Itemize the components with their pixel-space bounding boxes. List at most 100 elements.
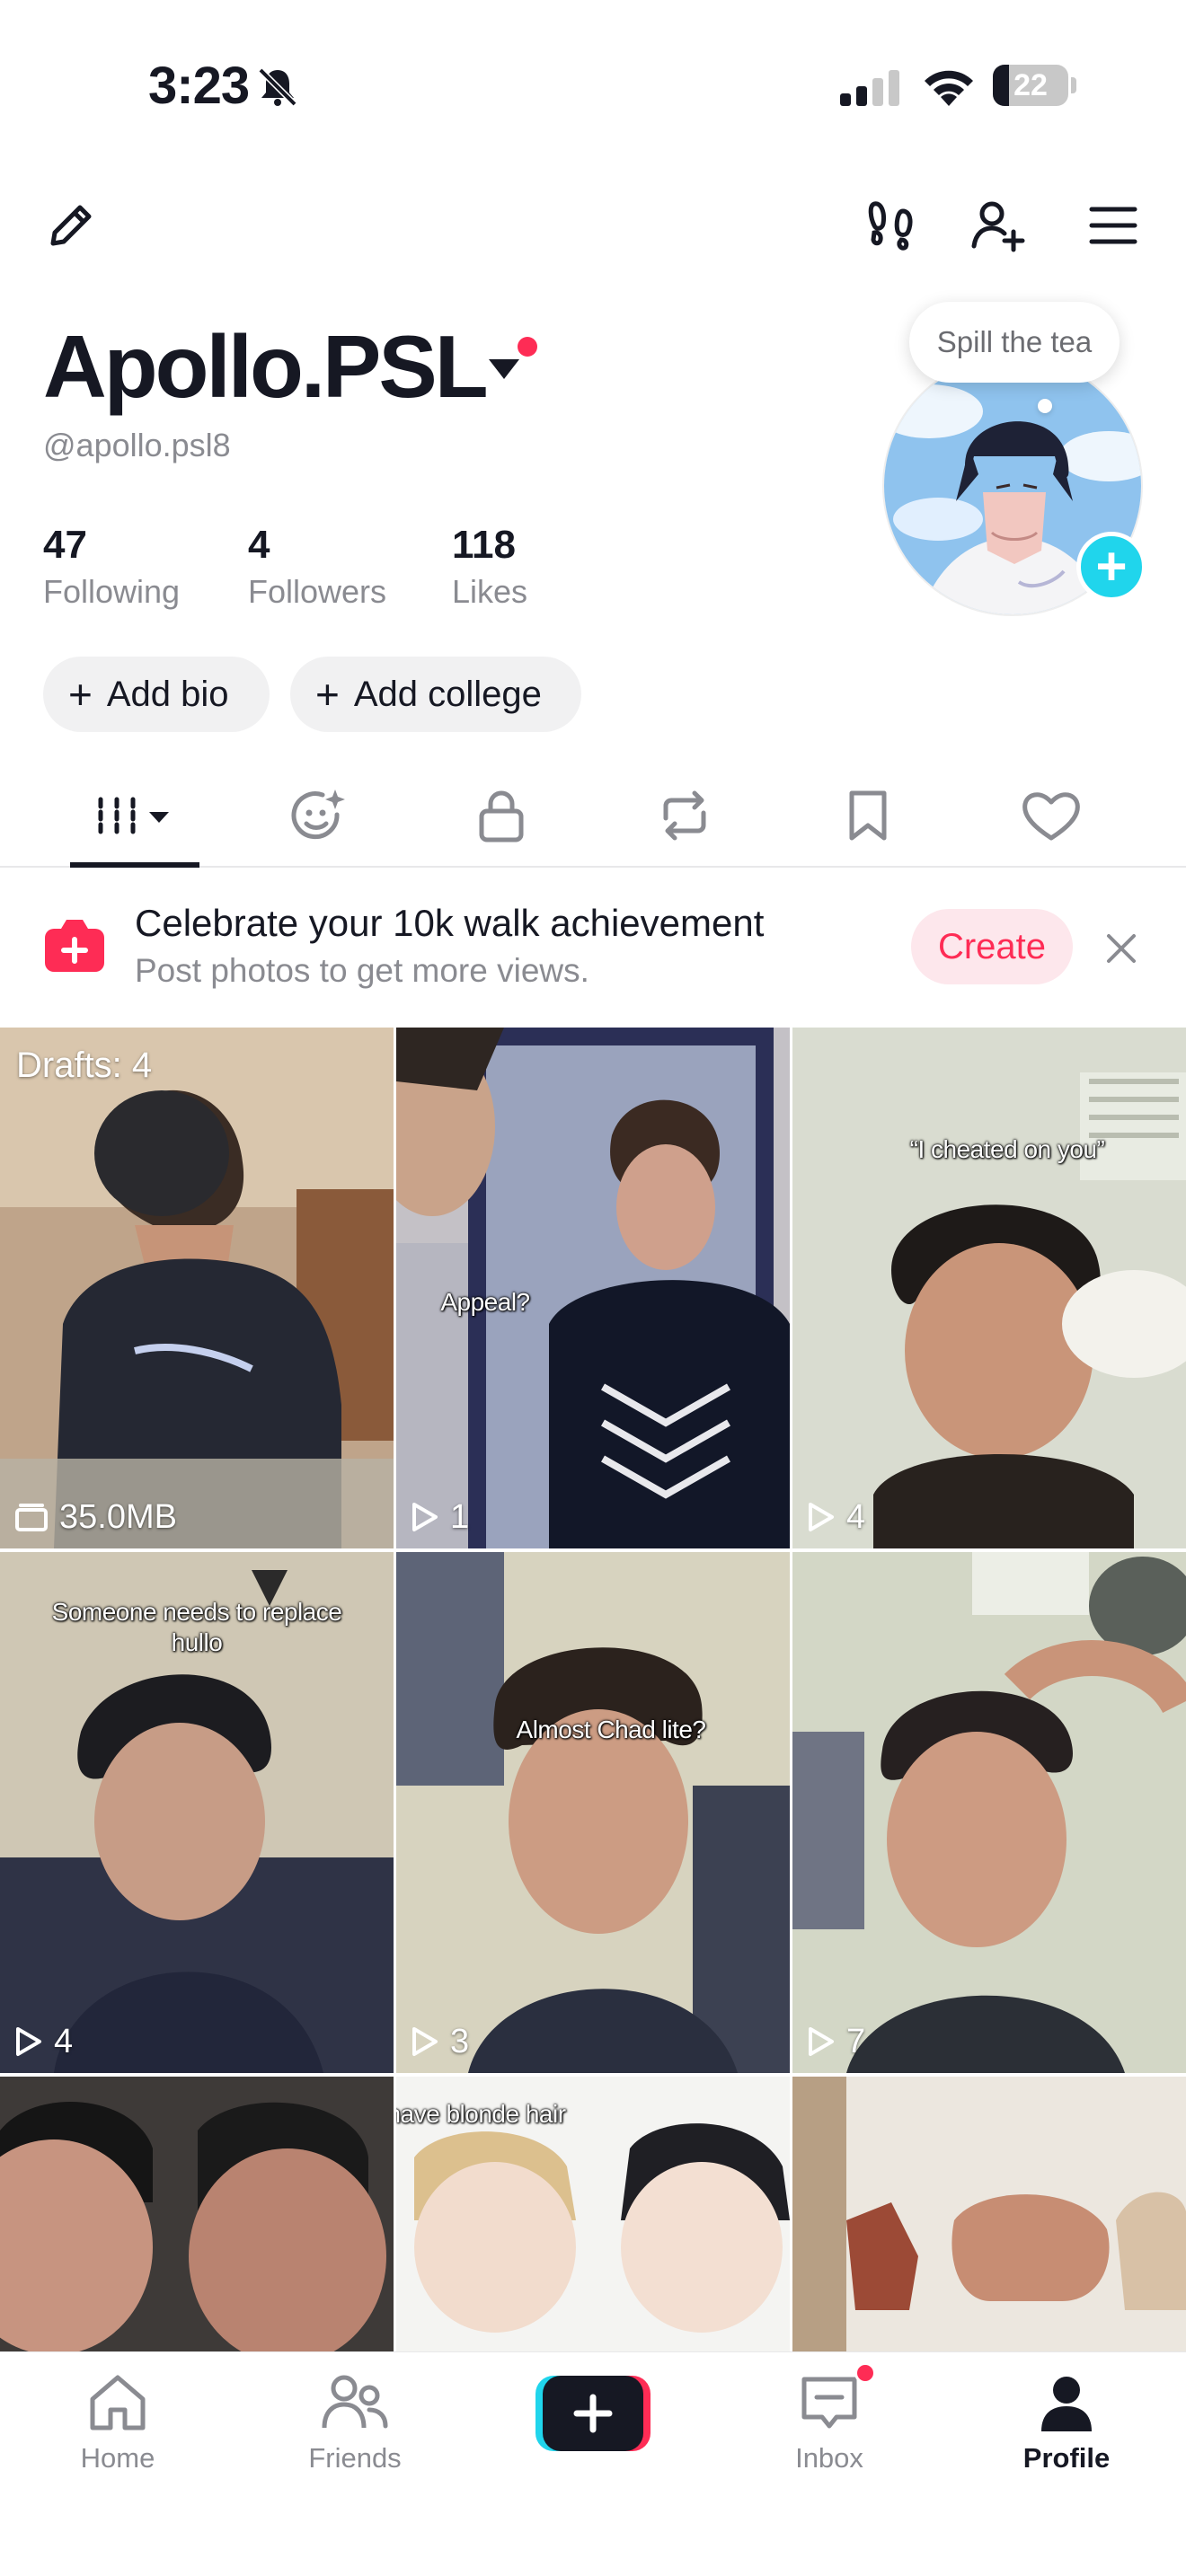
inbox-icon xyxy=(801,2377,857,2429)
video-caption: Someone needs to replace hullo xyxy=(51,1598,342,1656)
stat-followers[interactable]: 4 Followers xyxy=(248,523,386,611)
video-caption: have blonde hair xyxy=(396,2100,566,2128)
nav-profile-label: Profile xyxy=(1022,2442,1111,2474)
close-icon[interactable] xyxy=(1102,929,1141,968)
username: @apollo.psl8 xyxy=(43,427,231,463)
video-tile[interactable]: “I cheated on you” 4 xyxy=(792,1028,1186,1548)
drafts-tile[interactable]: Drafts: 4 35.0MB xyxy=(0,1028,394,1548)
video-tile[interactable]: Someone needs to replace hullo 4 xyxy=(0,1552,394,2073)
video-tile[interactable]: Appeal? 1 xyxy=(396,1028,790,1548)
drafts-icon xyxy=(15,1504,48,1531)
tab-reposts[interactable] xyxy=(649,780,721,851)
battery-body: 22 xyxy=(993,65,1068,106)
video-caption: Almost Chad lite? xyxy=(516,1716,706,1743)
video-views: 4 xyxy=(14,2019,73,2064)
profile-icon xyxy=(1041,2377,1092,2431)
wifi-icon xyxy=(925,70,973,106)
play-icon xyxy=(809,2027,834,2056)
display-name[interactable]: Apollo.PSL xyxy=(43,316,489,418)
stat-following-label: Following xyxy=(43,573,181,610)
add-story-button[interactable]: + xyxy=(1076,532,1146,602)
tab-ai-avatar[interactable] xyxy=(282,780,354,851)
add-college-button[interactable]: + Add college xyxy=(290,657,581,732)
promo-subtitle: Post photos to get more views. xyxy=(135,952,589,989)
add-bio-button[interactable]: + Add bio xyxy=(43,657,270,732)
tab-private[interactable] xyxy=(465,780,537,851)
status-bubble[interactable]: Spill the tea xyxy=(909,302,1120,383)
drafts-size-value: 35.0MB xyxy=(59,1497,177,1536)
stat-likes-label: Likes xyxy=(452,573,528,610)
add-user-icon[interactable] xyxy=(967,194,1030,257)
avatar-container[interactable]: + xyxy=(882,356,1146,616)
chevron-down-icon[interactable] xyxy=(489,359,519,379)
video-tile[interactable]: 7 xyxy=(792,1552,1186,2073)
bell-muted-icon xyxy=(258,67,297,107)
battery-indicator: 22 xyxy=(993,65,1076,106)
stat-followers-value: 4 xyxy=(248,523,270,567)
video-views-count: 7 xyxy=(846,2022,866,2060)
stat-likes[interactable]: 118 Likes xyxy=(452,523,527,611)
tab-favorites[interactable] xyxy=(832,780,904,851)
nav-inbox[interactable]: Inbox xyxy=(739,2370,919,2487)
promo-create-button[interactable]: Create xyxy=(911,909,1073,984)
promo-banner[interactable]: Celebrate your 10k walk achievement Post… xyxy=(0,869,1186,1028)
stat-following[interactable]: 47 Following xyxy=(43,523,180,611)
plus-icon: + xyxy=(68,671,93,718)
video-tile[interactable]: Almost Chad lite? 3 xyxy=(396,1552,790,2073)
active-tab-indicator xyxy=(70,862,199,868)
friends-icon xyxy=(322,2375,388,2429)
status-bar: 3:23 22 xyxy=(0,0,1186,171)
video-views: 1 xyxy=(411,1495,469,1539)
video-caption: Appeal? xyxy=(440,1288,530,1316)
status-bubble-text: Spill the tea xyxy=(936,325,1093,358)
drafts-size: 35.0MB xyxy=(14,1495,177,1539)
battery-nub xyxy=(1071,77,1076,93)
video-caption: “I cheated on you” xyxy=(909,1135,1105,1163)
nav-home[interactable]: Home xyxy=(28,2370,208,2487)
video-views: 4 xyxy=(807,1495,865,1539)
play-icon xyxy=(412,2027,438,2056)
bottom-nav: Home Friends Inbox Profile xyxy=(0,2351,1186,2576)
stat-followers-label: Followers xyxy=(248,573,387,610)
pencil-icon[interactable] xyxy=(40,194,102,257)
tab-videos[interactable] xyxy=(90,780,180,851)
video-views-count: 4 xyxy=(54,2022,74,2060)
stat-following-value: 47 xyxy=(43,523,87,567)
video-views: 3 xyxy=(411,2019,469,2064)
nav-friends[interactable]: Friends xyxy=(265,2370,445,2487)
drafts-label: Drafts: 4 xyxy=(16,1045,153,1085)
nav-inbox-label: Inbox xyxy=(795,2442,863,2474)
nav-home-label: Home xyxy=(80,2442,155,2474)
video-views: 7 xyxy=(807,2019,865,2064)
home-icon xyxy=(90,2375,146,2430)
tab-liked[interactable] xyxy=(1015,780,1087,851)
battery-percent: 22 xyxy=(1013,68,1048,102)
signal-icon xyxy=(840,70,899,106)
play-icon xyxy=(16,2027,41,2056)
plus-icon: + xyxy=(315,671,340,718)
profile-tabs xyxy=(0,763,1186,868)
nav-profile[interactable]: Profile xyxy=(977,2370,1156,2487)
notification-dot xyxy=(518,337,537,357)
add-bio-label: Add bio xyxy=(106,674,229,714)
nav-friends-label: Friends xyxy=(308,2442,402,2474)
stat-likes-value: 118 xyxy=(452,523,516,567)
status-time: 3:23 xyxy=(148,57,250,115)
video-tile[interactable] xyxy=(0,2077,394,2351)
create-button[interactable] xyxy=(535,2376,651,2451)
footprints-icon[interactable] xyxy=(859,192,922,255)
video-grid: Drafts: 4 35.0MB Appeal? 1 “I cheated on… xyxy=(0,1028,1186,2351)
video-tile[interactable]: have blonde hair xyxy=(396,2077,790,2351)
hamburger-menu-icon[interactable] xyxy=(1082,194,1145,257)
video-views-count: 4 xyxy=(846,1497,866,1536)
inbox-notification-dot xyxy=(854,2362,876,2384)
video-views-count: 1 xyxy=(450,1497,470,1536)
video-views-count: 3 xyxy=(450,2022,470,2060)
play-icon xyxy=(809,1503,834,1531)
add-college-label: Add college xyxy=(353,674,542,714)
video-tile[interactable] xyxy=(792,2077,1186,2351)
bubble-tail xyxy=(1038,399,1052,413)
play-icon xyxy=(412,1503,438,1531)
photo-plus-icon xyxy=(45,920,104,972)
promo-title: Celebrate your 10k walk achievement xyxy=(135,902,765,944)
